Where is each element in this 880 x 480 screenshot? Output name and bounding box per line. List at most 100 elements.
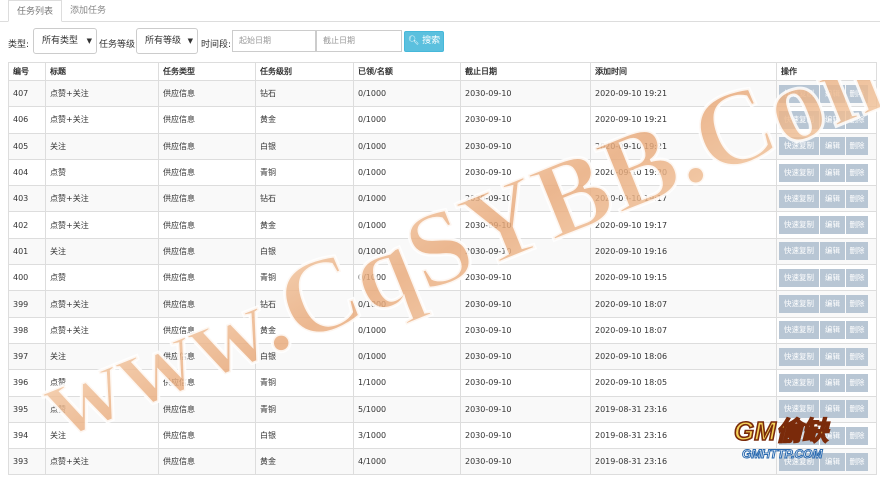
edit-button[interactable]: 编辑: [820, 268, 845, 287]
cell-task-level: 黄金: [255, 448, 354, 476]
delete-button[interactable]: 删除: [846, 347, 868, 366]
cell-title: 点赞: [45, 369, 159, 397]
cell-quota: 0/1000: [353, 158, 461, 187]
cell-quota: 4/1000: [353, 448, 461, 476]
quick-copy-button[interactable]: 快速复制: [779, 295, 819, 314]
cell-task-level: 白银: [255, 132, 354, 160]
quick-copy-button[interactable]: 快速复制: [779, 84, 819, 103]
cell-created: 2020-09-10 19:17: [590, 185, 777, 213]
cell-title: 点赞: [45, 158, 159, 187]
cell-id: 397: [8, 342, 46, 371]
delete-button[interactable]: 删除: [846, 452, 868, 471]
chevron-down-icon: ▼: [86, 37, 92, 45]
cell-task-type: 供应信息: [158, 132, 256, 160]
cell-id: 394: [8, 421, 46, 450]
edit-button[interactable]: 编辑: [820, 189, 845, 208]
delete-button[interactable]: 删除: [846, 373, 868, 392]
cell-task-level: 青铜: [255, 369, 354, 397]
quick-copy-button[interactable]: 快速复制: [779, 216, 819, 235]
end-date-input[interactable]: 截止日期: [316, 30, 402, 52]
edit-button[interactable]: 编辑: [820, 84, 845, 103]
cell-title: 关注: [45, 237, 159, 266]
delete-button[interactable]: 删除: [846, 137, 868, 156]
cell-title: 关注: [45, 421, 159, 450]
start-date-input[interactable]: 起始日期: [232, 30, 316, 52]
cell-actions: 快速复制 编辑 删除: [776, 132, 877, 160]
cell-created: 2020-09-10 19:21: [590, 106, 777, 134]
cell-actions: 快速复制 编辑 删除: [776, 185, 877, 213]
tab-add-task[interactable]: 添加任务: [62, 0, 114, 22]
cell-title: 点赞+关注: [45, 211, 159, 239]
table-row: 406 点赞+关注 供应信息 黄金 0/1000 2030-09-10 2020-09-10…: [8, 106, 877, 134]
cell-created: 2020-09-10 19:15: [590, 264, 777, 292]
cell-actions: 快速复制 编辑 删除: [776, 395, 877, 423]
delete-button[interactable]: 删除: [846, 400, 868, 419]
cell-deadline: 2030-09-10: [460, 448, 591, 476]
quick-copy-button[interactable]: 快速复制: [779, 189, 819, 208]
cell-task-type: 供应信息: [158, 185, 256, 213]
cell-quota: 1/1000: [353, 369, 461, 397]
delete-button[interactable]: 删除: [846, 295, 868, 314]
cell-task-type: 供应信息: [158, 264, 256, 292]
search-button[interactable]: 🔍︎ 搜索: [404, 31, 444, 52]
cell-created: 2019-08-31 23:16: [590, 421, 777, 450]
quick-copy-button[interactable]: 快速复制: [779, 373, 819, 392]
col-header-title: 标题: [45, 62, 159, 81]
edit-button[interactable]: 编辑: [820, 163, 845, 182]
quick-copy-button[interactable]: 快速复制: [779, 347, 819, 366]
edit-button[interactable]: 编辑: [820, 452, 845, 471]
cell-task-level: 白银: [255, 421, 354, 450]
cell-task-type: 供应信息: [158, 316, 256, 344]
cell-task-type: 供应信息: [158, 342, 256, 371]
edit-button[interactable]: 编辑: [820, 216, 845, 235]
cell-deadline: 2030-09-10: [460, 369, 591, 397]
tab-task-list[interactable]: 任务列表: [8, 0, 63, 22]
cell-created: 2020-09-10 18:05: [590, 369, 777, 397]
delete-button[interactable]: 删除: [846, 321, 868, 340]
quick-copy-button[interactable]: 快速复制: [779, 452, 819, 471]
quick-copy-button[interactable]: 快速复制: [779, 137, 819, 156]
table-row: 395 点赞 供应信息 青铜 5/1000 2030-09-10 2019-08-31 23…: [8, 395, 877, 423]
cell-task-level: 青铜: [255, 395, 354, 423]
edit-button[interactable]: 编辑: [820, 321, 845, 340]
cell-quota: 0/1000: [353, 211, 461, 239]
quick-copy-button[interactable]: 快速复制: [779, 163, 819, 182]
delete-button[interactable]: 删除: [846, 216, 868, 235]
cell-id: 406: [8, 106, 46, 134]
type-select[interactable]: 所有类型 ▼: [33, 28, 97, 54]
col-header-id[interactable]: 编号: [8, 62, 46, 81]
delete-button[interactable]: 删除: [846, 189, 868, 208]
delete-button[interactable]: 删除: [846, 268, 868, 287]
delete-button[interactable]: 删除: [846, 242, 868, 261]
quick-copy-button[interactable]: 快速复制: [779, 321, 819, 340]
edit-button[interactable]: 编辑: [820, 347, 845, 366]
delete-button[interactable]: 删除: [846, 84, 868, 103]
cell-created: 2020-09-10 18:07: [590, 316, 777, 344]
cell-created: 2020-09-10 19:21: [590, 132, 777, 160]
edit-button[interactable]: 编辑: [820, 110, 845, 129]
level-select[interactable]: 所有等级 ▼: [136, 28, 198, 54]
quick-copy-button[interactable]: 快速复制: [779, 426, 819, 445]
delete-button[interactable]: 删除: [846, 426, 868, 445]
quick-copy-button[interactable]: 快速复制: [779, 110, 819, 129]
cell-task-level: 钻石: [255, 185, 354, 213]
edit-button[interactable]: 编辑: [820, 137, 845, 156]
cell-id: 398: [8, 316, 46, 344]
table-row: 407 点赞+关注 供应信息 钻石 0/1000 2030-09-10 2020-09-10…: [8, 79, 877, 108]
delete-button[interactable]: 删除: [846, 163, 868, 182]
quick-copy-button[interactable]: 快速复制: [779, 268, 819, 287]
search-icon: 🔍︎: [407, 36, 420, 46]
cell-deadline: 2030-09-10: [460, 132, 591, 160]
quick-copy-button[interactable]: 快速复制: [779, 400, 819, 419]
edit-button[interactable]: 编辑: [820, 373, 845, 392]
type-filter-label: 类型:: [8, 40, 30, 50]
quick-copy-button[interactable]: 快速复制: [779, 242, 819, 261]
edit-button[interactable]: 编辑: [820, 400, 845, 419]
cell-actions: 快速复制 编辑 删除: [776, 342, 877, 371]
cell-deadline: 2030-09-10: [460, 342, 591, 371]
edit-button[interactable]: 编辑: [820, 242, 845, 261]
edit-button[interactable]: 编辑: [820, 426, 845, 445]
cell-actions: 快速复制 编辑 删除: [776, 106, 877, 134]
delete-button[interactable]: 删除: [846, 110, 868, 129]
edit-button[interactable]: 编辑: [820, 295, 845, 314]
